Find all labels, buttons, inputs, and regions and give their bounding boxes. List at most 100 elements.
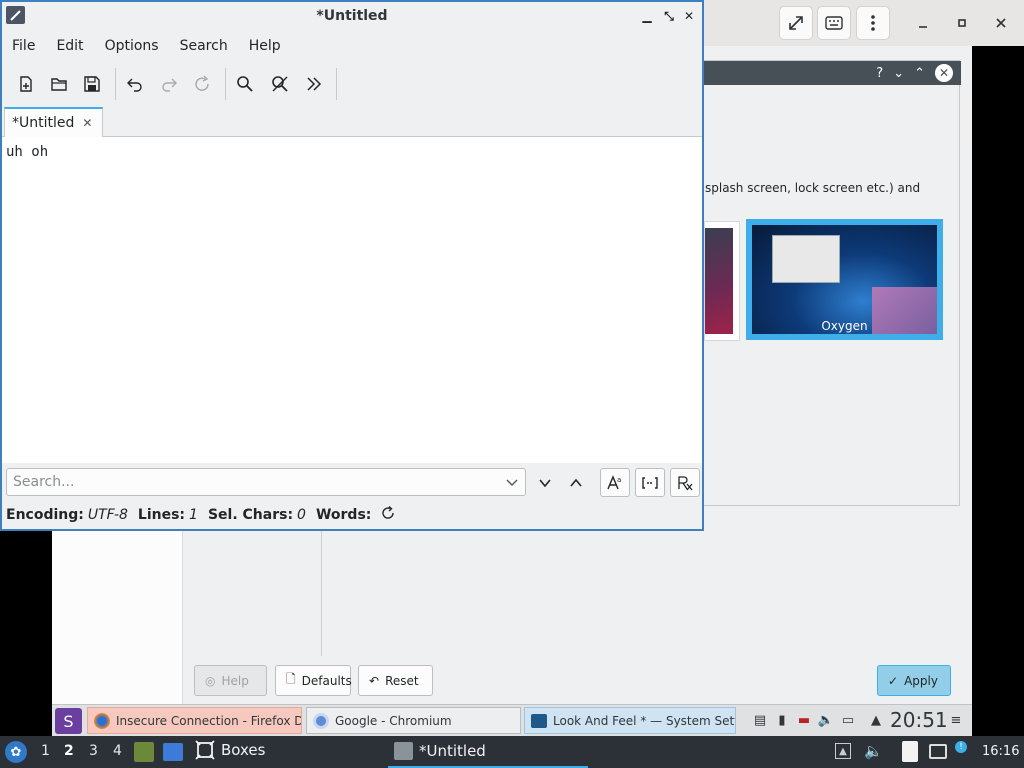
close-icon: ✕ [683,9,695,23]
network-icon[interactable]: ▭ [840,711,856,729]
task-firefox[interactable]: Insecure Connection - Firefox De [87,707,302,734]
volume-icon[interactable]: 🔈 [864,742,883,760]
tray-expand-icon[interactable]: ▲ [868,711,884,729]
eject-icon[interactable]: ▲ [835,743,851,759]
open-file-button[interactable] [44,69,74,99]
menu-file[interactable]: File [12,38,35,54]
menu-button[interactable] [856,6,890,40]
whole-word-button[interactable] [635,468,665,497]
desktop-4[interactable]: 4 [113,743,122,759]
minimize-icon [919,26,927,28]
editor-text: uh oh [6,144,49,160]
replace-button[interactable] [265,69,295,99]
desktop-3[interactable]: 3 [89,743,98,759]
tab-close-icon[interactable]: ✕ [82,116,92,130]
host-taskbar: ✿ 1 2 3 4 Boxes *Untitled ▲ 🔈 ! 16:16 [0,736,1024,768]
desktop-icon[interactable] [163,743,183,761]
defaults-button[interactable]: 🗋 Defaults [275,665,352,696]
match-case-button[interactable]: a [600,468,630,497]
lines-value: 1 [189,507,198,523]
theme-thumbnail-oxygen[interactable]: Oxygen [746,219,943,340]
boxes-icon [195,740,215,760]
toolbar-separator [336,68,337,100]
dialog-titlebar: ? ⌄ ⌃ ✕ [704,61,961,85]
save-button[interactable] [77,69,107,99]
keyboard-button[interactable] [817,6,851,40]
tab-untitled[interactable]: *Untitled ✕ [4,107,103,137]
reload-button[interactable] [187,69,217,99]
restore-button[interactable]: ⤡ [661,8,677,24]
minimize-icon: ▁ [642,9,652,23]
chevron-down-icon[interactable] [505,475,519,489]
menu-edit[interactable]: Edit [56,38,83,54]
restore-icon: ⤡ [664,8,674,23]
apply-button[interactable]: ✓ Apply [877,665,951,696]
find-previous-button[interactable] [561,468,591,497]
chevron-up-icon[interactable]: ⌃ [914,66,925,81]
host-toolbar [703,0,1024,46]
menu-help[interactable]: Help [249,38,281,54]
search-input[interactable]: Search... [6,468,526,496]
apply-label: Apply [904,673,938,688]
refresh-word-count-button[interactable] [381,505,395,524]
host-task-untitled[interactable]: *Untitled [388,736,588,768]
theme-thumbnail-previous[interactable] [704,221,740,341]
flag-icon[interactable]: ▬ [796,711,812,729]
close-icon [996,18,1006,28]
find-next-button[interactable] [530,468,560,497]
new-file-button[interactable] [11,69,41,99]
sel-chars-value: 0 [297,507,306,523]
volume-icon[interactable]: 🔈 [818,711,834,729]
redo-button[interactable] [154,69,184,99]
folder-open-icon [51,78,67,91]
reset-button[interactable]: ↶ Reset [358,665,433,696]
more-tools-button[interactable] [299,69,329,99]
usb-icon[interactable]: ▮ [774,711,790,729]
clipboard-icon[interactable]: ▤ [752,711,768,729]
help-button[interactable]: ◎ Help [194,665,267,696]
desktop-1[interactable]: 1 [41,743,50,759]
network-icon[interactable] [929,744,947,759]
host-close-button[interactable] [988,10,1014,36]
host-maximize-button[interactable] [949,10,975,36]
task-label: Look And Feel * — System Settin [553,713,736,728]
file-manager-icon[interactable] [134,742,154,762]
guest-taskbar: S Insecure Connection - Firefox De Googl… [52,704,972,736]
regex-button[interactable] [670,468,700,497]
minimize-button[interactable]: ▁ [639,8,655,24]
chevron-down-icon[interactable]: ⌄ [893,66,904,81]
chromium-icon [313,712,329,729]
defaults-icon: 🗋 [286,672,296,686]
notification-icon[interactable]: ! [955,741,967,753]
look-and-feel-dialog: ? ⌄ ⌃ ✕ splash screen, lock screen etc.)… [703,60,961,506]
host-clock[interactable]: 16:16 [982,744,1019,759]
toolbar [2,64,702,104]
task-label: Google - Chromium [335,713,452,728]
task-chromium[interactable]: Google - Chromium [306,707,521,734]
text-editor[interactable]: uh oh [2,137,702,463]
guest-clock[interactable]: 20:51 [890,708,948,732]
menu-options[interactable]: Options [105,38,159,54]
app-launcher-icon[interactable]: S [55,708,82,734]
menu-search[interactable]: Search [180,38,228,54]
help-question-icon[interactable]: ? [876,66,883,81]
sel-chars-label: Sel. Chars: [207,507,294,523]
close-button[interactable]: ✕ [681,8,697,24]
scrollbar[interactable] [959,92,972,136]
host-minimize-button[interactable] [910,10,936,36]
find-button[interactable] [230,69,260,99]
desktop-2[interactable]: 2 [64,743,74,759]
undo-button[interactable] [120,69,150,99]
hamburger-icon[interactable]: ≡ [948,711,964,729]
dialog-close-button[interactable]: ✕ [935,64,953,82]
redo-icon [162,78,177,92]
task-system-settings[interactable]: Look And Feel * — System Settin [524,707,736,734]
boxes-launcher[interactable]: Boxes [195,740,265,760]
settings-icon [531,713,547,728]
featherpad-app-icon [6,6,25,24]
chevron-double-right-icon [307,77,322,91]
start-menu-icon[interactable]: ✿ [5,741,27,763]
fullscreen-button[interactable] [779,6,813,40]
words-label: Words: [315,507,372,523]
clipboard-icon[interactable] [902,741,918,762]
